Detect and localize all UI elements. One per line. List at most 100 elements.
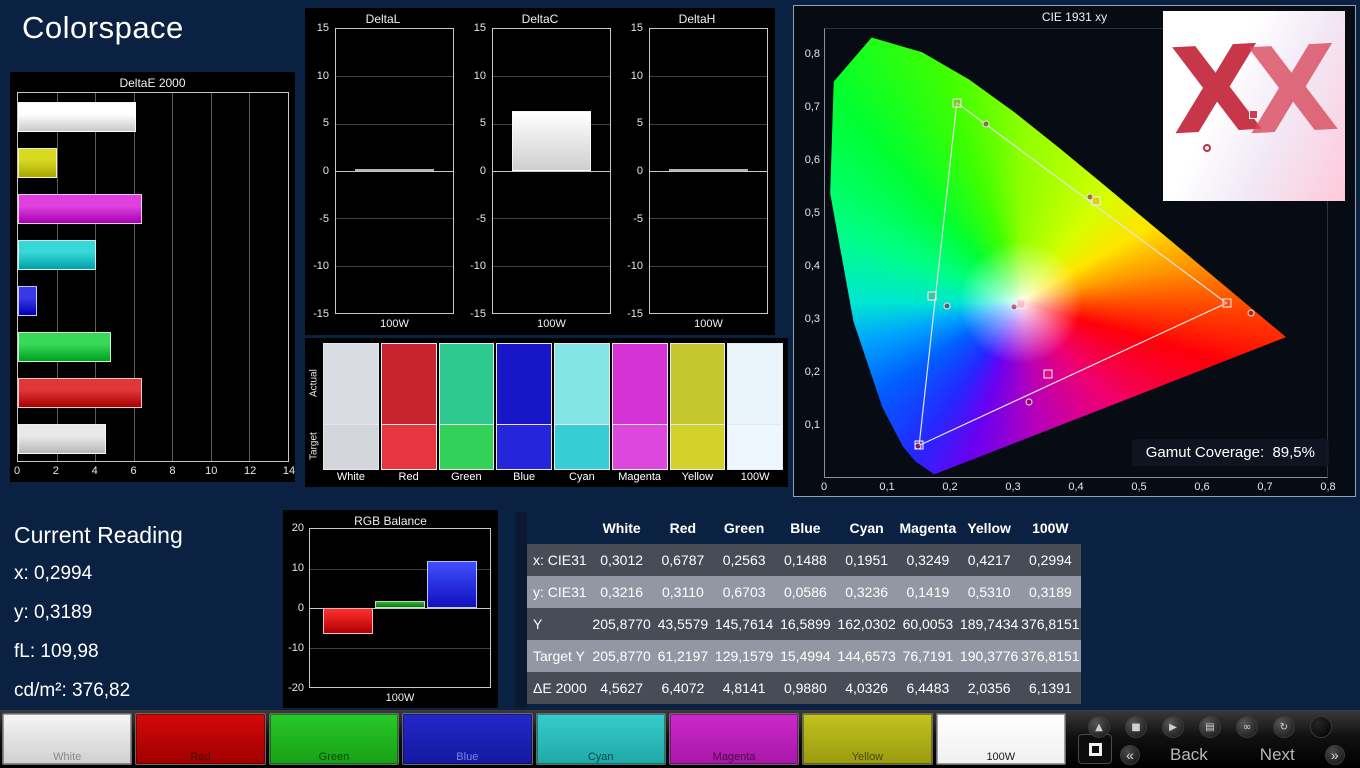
table-cell: 2,0356 (967, 680, 1011, 696)
table-cell: 0,2994 (1028, 552, 1072, 568)
table-cell: 129,1579 (714, 648, 774, 664)
play-button[interactable]: ▶ (1162, 716, 1184, 738)
measured-point (914, 442, 922, 450)
loop-button[interactable]: ∞ (1236, 716, 1258, 738)
y-tick-label: 15 (630, 22, 643, 34)
x-tick-label: 0,5 (1131, 481, 1147, 493)
gridline (210, 93, 212, 461)
pattern-button-label: Cyan (587, 751, 614, 763)
deltaC-y-axis: 15 10 5 0 -5 -10 -15 (462, 22, 488, 320)
gridline (336, 76, 453, 78)
next-button[interactable]: Next (1238, 745, 1317, 765)
stop-button[interactable]: ■ (1125, 716, 1147, 738)
rgb-balance-y-axis: 20 10 0 -10 -20 (283, 522, 306, 694)
gridline (650, 76, 767, 78)
swatch-label: White (336, 471, 365, 483)
pattern-button-blue[interactable]: Blue (402, 713, 533, 765)
deltae2000-chart-title: DeltaE 2000 (119, 76, 186, 90)
y-tick-label: -5 (319, 212, 329, 225)
target-swatch-white (323, 423, 379, 470)
deltae-bar-red (18, 378, 142, 408)
next-arrow-button[interactable]: » (1324, 745, 1345, 765)
swatch-column-magenta: Magenta (611, 343, 668, 485)
gridline (493, 218, 610, 220)
y-tick-label: 10 (291, 562, 304, 574)
target-swatch-red (380, 423, 437, 470)
x-tick-label: 12 (244, 465, 257, 477)
pattern-button-cyan[interactable]: Cyan (535, 713, 666, 765)
gridline (310, 647, 490, 649)
deltaL-category-label: 100W (380, 318, 409, 330)
pattern-button-magenta[interactable]: Magenta (668, 713, 800, 765)
transport-and-navigation: ▲ ■ ▶ ▤ ∞ ↻ « Back Next » (1068, 710, 1360, 768)
y-tick-label: 0 (636, 165, 643, 177)
indicator-button[interactable] (1310, 716, 1332, 738)
deltaH-y-axis: 15 10 5 0 -5 -10 -15 (619, 22, 645, 320)
measured-point (1025, 398, 1033, 406)
target-point (1043, 369, 1053, 379)
deltae-bar-yellow (18, 148, 58, 178)
actual-swatch-white (323, 343, 379, 425)
swatch-column-cyan: Cyan (554, 343, 610, 485)
column-header: Green (723, 520, 765, 536)
page-title: Colorspace (22, 10, 184, 45)
table-cell: 15,4994 (780, 648, 831, 664)
x-tick-label: 10 (205, 465, 218, 477)
table-header-row: White Red Green Blue Cyan Magenta Yellow 100W (527, 512, 1081, 544)
swatch-label: Red (398, 471, 419, 483)
table-cell: 162,0302 (837, 616, 896, 632)
deltae-bar-white (18, 424, 106, 454)
table-row: x: CIE31 0,3012 0,6787 0,2563 0,1488 0,1951 0,… (527, 544, 1081, 576)
table-cell: 0,3236 (845, 584, 889, 600)
back-button[interactable]: Back (1148, 745, 1230, 765)
y-tick-label: 0 (322, 165, 329, 177)
y-tick-label: 0,5 (804, 207, 820, 220)
x-tick-label: 0 (820, 481, 828, 493)
target-swatch-blue (496, 423, 552, 470)
swatch-column-green: Green (438, 343, 495, 485)
pattern-button-red[interactable]: Red (135, 713, 266, 765)
chevron-up-button[interactable]: ▲ (1088, 716, 1110, 738)
swatch-label: 100W (740, 471, 770, 483)
measured-point (943, 302, 951, 310)
table-cell: 145,7614 (714, 616, 774, 632)
save-button[interactable]: ▤ (1199, 716, 1221, 738)
table-cell: 6,4072 (661, 680, 705, 696)
swatch-label: Blue (513, 471, 536, 483)
cie-y-axis: 0,1 0,2 0,3 0,4 0,5 0,6 0,7 0,8 (796, 28, 822, 478)
rgb-balance-chart: RGB Balance 20 10 0 -10 -20 100W (283, 510, 498, 708)
pattern-button-white[interactable]: White (2, 713, 133, 765)
y-tick-label: -15 (627, 308, 643, 320)
pattern-button-green[interactable]: Green (268, 713, 400, 765)
column-header: Red (669, 520, 697, 536)
gridline (336, 218, 453, 220)
table-cell: 0,5310 (967, 584, 1011, 600)
y-tick-label: 10 (630, 69, 643, 82)
pattern-button-yellow[interactable]: Yellow (802, 713, 933, 765)
refresh-button[interactable]: ↻ (1273, 716, 1295, 738)
back-arrow-button[interactable]: « (1120, 745, 1140, 765)
table-cell: 0,1488 (783, 552, 827, 568)
rgb-balance-category-label: 100W (385, 692, 415, 704)
pattern-button-100w[interactable]: 100W (935, 713, 1066, 765)
deltae2000-x-axis: 0 2 4 6 8 10 12 14 (14, 465, 295, 480)
table-cell: 0,4217 (967, 552, 1011, 568)
pattern-button-label: Blue (456, 751, 479, 763)
measured-point (1086, 193, 1094, 201)
pattern-button-label: Red (190, 751, 211, 763)
deltaC-category-label: 100W (537, 318, 566, 330)
cie-x-axis: 0 0,1 0,2 0,3 0,4 0,5 0,6 0,7 0,8 (820, 481, 1336, 497)
x-tick-label: 0,7 (1257, 481, 1273, 493)
measured-point (1010, 303, 1018, 311)
target-point (952, 98, 962, 108)
actual-row-label: Actual (308, 369, 320, 398)
pattern-button-label: White (53, 751, 82, 763)
pattern-window-button[interactable] (1078, 734, 1112, 764)
swatch-label: Green (451, 471, 482, 483)
target-swatch-cyan (554, 423, 610, 470)
gridline (172, 93, 174, 461)
y-tick-label: -5 (633, 212, 643, 225)
swatch-label: Cyan (569, 471, 595, 483)
current-reading-title: Current Reading (14, 522, 183, 548)
logo-x-glyph: X (1243, 18, 1342, 162)
